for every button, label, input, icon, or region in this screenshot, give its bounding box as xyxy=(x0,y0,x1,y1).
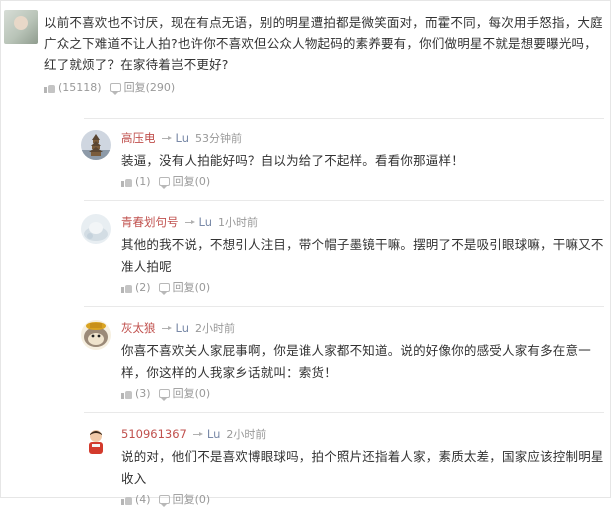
arrow-right-icon xyxy=(184,219,196,226)
like-button[interactable]: (1) xyxy=(121,175,151,188)
timestamp: 2小时前 xyxy=(195,322,235,335)
like-count: (1) xyxy=(135,174,151,188)
reply-button[interactable]: 回复(290) xyxy=(109,79,176,95)
reply-button[interactable]: 回复(0) xyxy=(158,385,211,401)
avatar[interactable] xyxy=(81,214,111,244)
thumbs-up-icon xyxy=(121,388,132,399)
comment-icon xyxy=(158,494,170,507)
like-button[interactable]: (4) xyxy=(121,493,151,506)
avatar[interactable] xyxy=(4,10,38,44)
arrow-right-icon xyxy=(161,325,173,332)
reply-label: 回复(0) xyxy=(172,387,211,400)
reply-text: 装逼，没有人拍能好吗？自以为给了不起样。看看你那逼样！ xyxy=(121,153,464,168)
comment-icon xyxy=(158,176,170,189)
reply-item: 510961367 Lu 2小时前 说的对，他们不是喜欢博眼球吗，拍个照片还指着… xyxy=(81,426,611,507)
reply-meta: 灰太狼 Lu 2小时前 xyxy=(121,320,611,336)
reply-actions: (4) 回复(0) xyxy=(121,491,611,507)
comment-actions: (15118) 回复(290) xyxy=(44,79,604,95)
reply-meta: 高压电 Lu 53分钟前 xyxy=(121,130,611,146)
reply-target-link[interactable]: Lu xyxy=(176,131,190,145)
reply-text: 说的对，他们不是喜欢博眼球吗，拍个照片还指着人家，素质太差，国家应该控制明星收入 xyxy=(121,449,604,486)
thumbs-up-icon xyxy=(44,82,55,93)
like-count: (3) xyxy=(135,386,151,400)
reply-item: 青春划句号 Lu 1小时前 其他的我不说，不想引人注目，带个帽子墨镜干嘛。摆明了… xyxy=(81,214,611,295)
comment-icon xyxy=(158,388,170,401)
username-link[interactable]: 青春划句号 xyxy=(121,214,179,230)
divider xyxy=(84,412,604,413)
timestamp: 1小时前 xyxy=(218,216,258,229)
reply-actions: (3) 回复(0) xyxy=(121,385,611,401)
like-count: (2) xyxy=(135,280,151,294)
reply-target-link[interactable]: Lu xyxy=(207,427,221,441)
arrow-right-icon xyxy=(192,431,204,438)
reply-button[interactable]: 回复(0) xyxy=(158,173,211,189)
like-button[interactable]: (2) xyxy=(121,281,151,294)
like-button[interactable]: (15118) xyxy=(44,81,102,94)
reply-button[interactable]: 回复(0) xyxy=(158,279,211,295)
timestamp: 53分钟前 xyxy=(195,132,242,145)
divider xyxy=(84,200,604,201)
reply-label: 回复(0) xyxy=(172,493,211,506)
reply-target-link[interactable]: Lu xyxy=(199,215,213,229)
reply-text: 其他的我不说，不想引人注目，带个帽子墨镜干嘛。摆明了不是吸引眼球嘛，干嘛又不准人… xyxy=(121,237,604,274)
reply-label: 回复(0) xyxy=(172,281,211,294)
thumbs-up-icon xyxy=(121,282,132,293)
avatar[interactable] xyxy=(81,320,111,350)
thumbs-up-icon xyxy=(121,176,132,187)
reply-item: 高压电 Lu 53分钟前 装逼，没有人拍能好吗？自以为给了不起样。看看你那逼样！… xyxy=(81,130,611,189)
reply-meta: 青春划句号 Lu 1小时前 xyxy=(121,214,611,230)
username-link[interactable]: 510961367 xyxy=(121,427,187,441)
top-comment: 以前不喜欢也不讨厌，现在有点无语，别的明星遭拍都是微笑面对，而霍不同，每次用手怒… xyxy=(4,10,604,95)
comment-icon xyxy=(109,82,121,95)
avatar[interactable] xyxy=(81,130,111,160)
reply-label: 回复(290) xyxy=(123,81,176,94)
comment-text: 以前不喜欢也不讨厌，现在有点无语，别的明星遭拍都是微笑面对，而霍不同，每次用手怒… xyxy=(44,15,603,72)
reply-actions: (1) 回复(0) xyxy=(121,173,611,189)
username-link[interactable]: 高压电 xyxy=(121,130,156,146)
timestamp: 2小时前 xyxy=(226,428,267,441)
reply-target-link[interactable]: Lu xyxy=(176,321,190,335)
comment-icon xyxy=(158,282,170,295)
username-link[interactable]: 灰太狼 xyxy=(121,320,156,336)
divider xyxy=(84,306,604,307)
avatar[interactable] xyxy=(81,426,111,456)
reply-item: 灰太狼 Lu 2小时前 你喜不喜欢关人家屁事啊，你是谁人家都不知道。说的好像你的… xyxy=(81,320,611,401)
like-count: (15118) xyxy=(58,80,102,94)
thumbs-up-icon xyxy=(121,494,132,505)
reply-actions: (2) 回复(0) xyxy=(121,279,611,295)
reply-button[interactable]: 回复(0) xyxy=(158,491,211,507)
arrow-right-icon xyxy=(161,135,173,142)
reply-text: 你喜不喜欢关人家屁事啊，你是谁人家都不知道。说的好像你的感受人家有多在意一样，你… xyxy=(121,343,591,380)
divider xyxy=(84,118,604,119)
reply-meta: 510961367 Lu 2小时前 xyxy=(121,426,611,442)
like-button[interactable]: (3) xyxy=(121,387,151,400)
reply-label: 回复(0) xyxy=(172,175,211,188)
like-count: (4) xyxy=(135,492,151,506)
